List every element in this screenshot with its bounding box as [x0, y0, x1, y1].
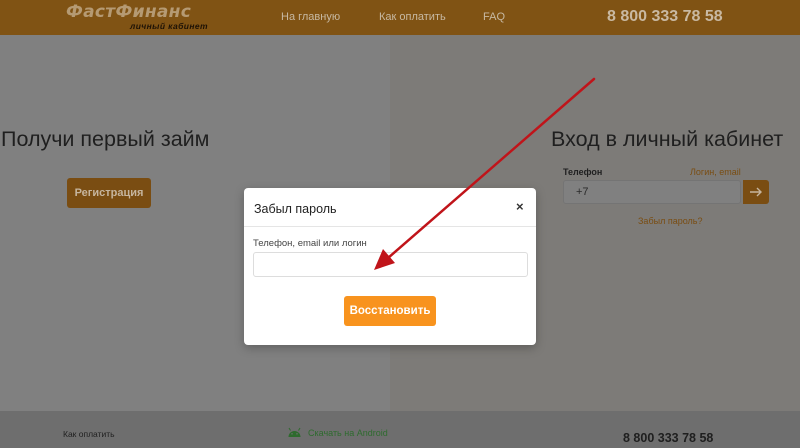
phone-input[interactable] [563, 180, 741, 204]
footer-android-label: Скачать на Android [308, 427, 388, 438]
modal-divider [244, 226, 536, 227]
tab-login-email[interactable]: Логин, email [690, 167, 741, 177]
restore-button[interactable]: Восстановить [344, 296, 436, 326]
first-loan-title: Получи первый займ [1, 127, 210, 151]
nav-link-how-to-pay[interactable]: Как оплатить [379, 11, 446, 23]
tab-phone[interactable]: Телефон [563, 167, 602, 177]
close-icon[interactable]: × [516, 200, 524, 213]
footer-android-link[interactable]: Скачать на Android [287, 427, 388, 438]
nav-link-faq[interactable]: FAQ [483, 11, 505, 23]
recovery-field-label: Телефон, email или логин [253, 238, 367, 249]
footer-link-how-to-pay[interactable]: Как оплатить [63, 429, 115, 439]
login-title: Вход в личный кабинет [551, 127, 784, 151]
logo-subtext: личный кабинет [130, 21, 208, 31]
nav-link-home[interactable]: На главную [281, 11, 340, 23]
recovery-input[interactable] [253, 252, 528, 277]
modal-title: Забыл пароль [254, 202, 337, 216]
forgot-password-modal: Забыл пароль × Телефон, email или логин … [244, 188, 536, 345]
header-phone[interactable]: 8 800 333 78 58 [607, 8, 723, 26]
forgot-password-link[interactable]: Забыл пароль? [638, 216, 702, 226]
login-submit-button[interactable] [743, 180, 769, 204]
register-button[interactable]: Регистрация [67, 178, 151, 208]
site-logo[interactable]: ФастФинанс личный кабинет [66, 2, 216, 32]
footer-phone[interactable]: 8 800 333 78 58 [623, 431, 713, 445]
site-header: ФастФинанс личный кабинет На главную Как… [0, 0, 800, 35]
logo-text: ФастФинанс [66, 2, 192, 22]
android-icon [288, 427, 301, 437]
arrow-right-icon [750, 187, 762, 197]
site-footer: Как оплатить Скачать на Android 8 800 33… [0, 411, 800, 448]
